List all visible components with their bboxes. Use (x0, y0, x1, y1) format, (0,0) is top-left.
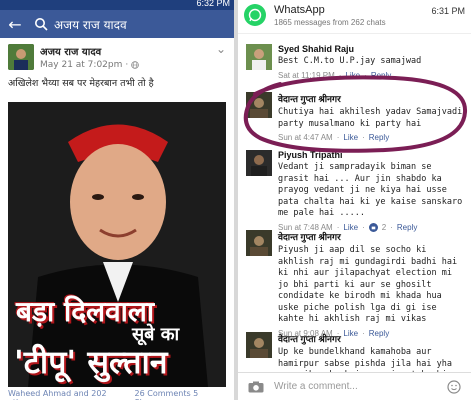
post-header: अजय राज यादव May 21 at 7:02pm · ⌄ (0, 38, 234, 74)
comment-text: Best C.M.to U.P.jay samajwad (278, 56, 422, 66)
search-query[interactable]: अजय राज यादव (54, 16, 127, 33)
like-button[interactable]: Like (345, 71, 360, 80)
commenter-avatar[interactable] (246, 332, 272, 358)
reply-button[interactable]: Reply (371, 71, 391, 80)
commenter-name[interactable]: वेदान्त गुप्ता श्रीनगर (278, 92, 466, 105)
reactions-bar: Waheed Ahmad and 202 others 26 Comments … (8, 389, 228, 400)
commenter-avatar[interactable] (246, 150, 272, 176)
search-bar[interactable]: ← अजय राज यादव (0, 10, 234, 38)
whatsapp-notification[interactable]: WhatsApp 1865 messages from 262 chats 6:… (238, 0, 471, 34)
comment-item: वेदान्त गुप्ता श्रीनगर Piyush ji aap dil… (246, 230, 466, 338)
comment-item: Syed Shahid Raju Best C.M.to U.P.jay sam… (246, 44, 466, 80)
commenter-avatar[interactable] (246, 230, 272, 256)
comment-item: Piyush Tripathi Vedant ji sampradayik bi… (246, 150, 466, 232)
whatsapp-icon (244, 4, 266, 26)
commenter-name[interactable]: Syed Shahid Raju (278, 44, 421, 54)
commenter-avatar[interactable] (246, 92, 272, 118)
comment-time: Sat at 11:19 PM (278, 70, 335, 80)
globe-icon (131, 61, 140, 69)
commenter-name[interactable]: वेदान्त गुप्ता श्रीनगर (278, 230, 466, 243)
commenter-name[interactable]: Piyush Tripathi (278, 150, 466, 160)
post-text: अखिलेश भैय्या सब पर मेहरबान तभी तो है (8, 78, 154, 89)
back-arrow-icon[interactable]: ← (6, 15, 24, 34)
meta-separator: · (125, 60, 129, 70)
comment-actions: Sat at 11:19 PM · Like · Reply (278, 70, 392, 80)
commenter-name[interactable]: वेदान्त गुप्ता श्रीनगर (278, 332, 466, 345)
comment-composer[interactable]: Write a comment... (238, 372, 471, 400)
comments-panel: WhatsApp 1865 messages from 262 chats 6:… (238, 0, 471, 400)
comment-text: Chutiya hai akhilesh yadav Samajvadi par… (278, 107, 463, 129)
reaction-count[interactable]: Waheed Ahmad and 202 others (8, 389, 135, 400)
comment-time: Sun at 4:47 AM (278, 133, 333, 142)
notification-subtitle: 1865 messages from 262 chats (274, 18, 386, 27)
post-image[interactable]: बड़ा दिलवाला सूबे का 'टीपू' सुल्तान (8, 102, 226, 387)
comment-actions: Sun at 4:47 AM · Like · Reply (278, 133, 390, 142)
comment-text: Vedant ji sampradayik biman se grasit ha… (278, 162, 463, 218)
notification-time: 6:31 PM (431, 6, 465, 16)
like-button[interactable]: Like (343, 133, 358, 142)
author-avatar[interactable] (8, 44, 34, 70)
comment-input[interactable]: Write a comment... (274, 381, 358, 392)
comment-share-count[interactable]: 26 Comments 5 Shares (135, 389, 228, 400)
poster-tagline: 'टीपू' सुल्तान (14, 343, 168, 381)
post-meta: May 21 at 7:02pm · (40, 60, 140, 70)
facebook-post-panel: 6:32 PM ← अजय राज यादव अजय राज यादव May … (0, 0, 234, 400)
post-author[interactable]: अजय राज यादव (40, 44, 139, 58)
status-bar: 6:32 PM (0, 0, 234, 10)
camera-icon[interactable] (248, 381, 264, 393)
emoji-icon[interactable] (447, 379, 461, 394)
comment-item: वेदान्त गुप्ता श्रीनगर Chutiya hai akhil… (246, 92, 466, 142)
commenter-avatar[interactable] (246, 44, 272, 70)
reply-button[interactable]: Reply (369, 133, 389, 142)
comment-text: Piyush ji aap dil se socho ki akhlish ra… (278, 245, 458, 324)
status-time: 6:32 PM (196, 0, 230, 8)
more-options-icon[interactable]: ⌄ (216, 43, 226, 70)
post-date[interactable]: May 21 at 7:02pm (40, 60, 122, 70)
notification-app: WhatsApp (274, 4, 325, 16)
search-icon[interactable] (34, 17, 48, 31)
